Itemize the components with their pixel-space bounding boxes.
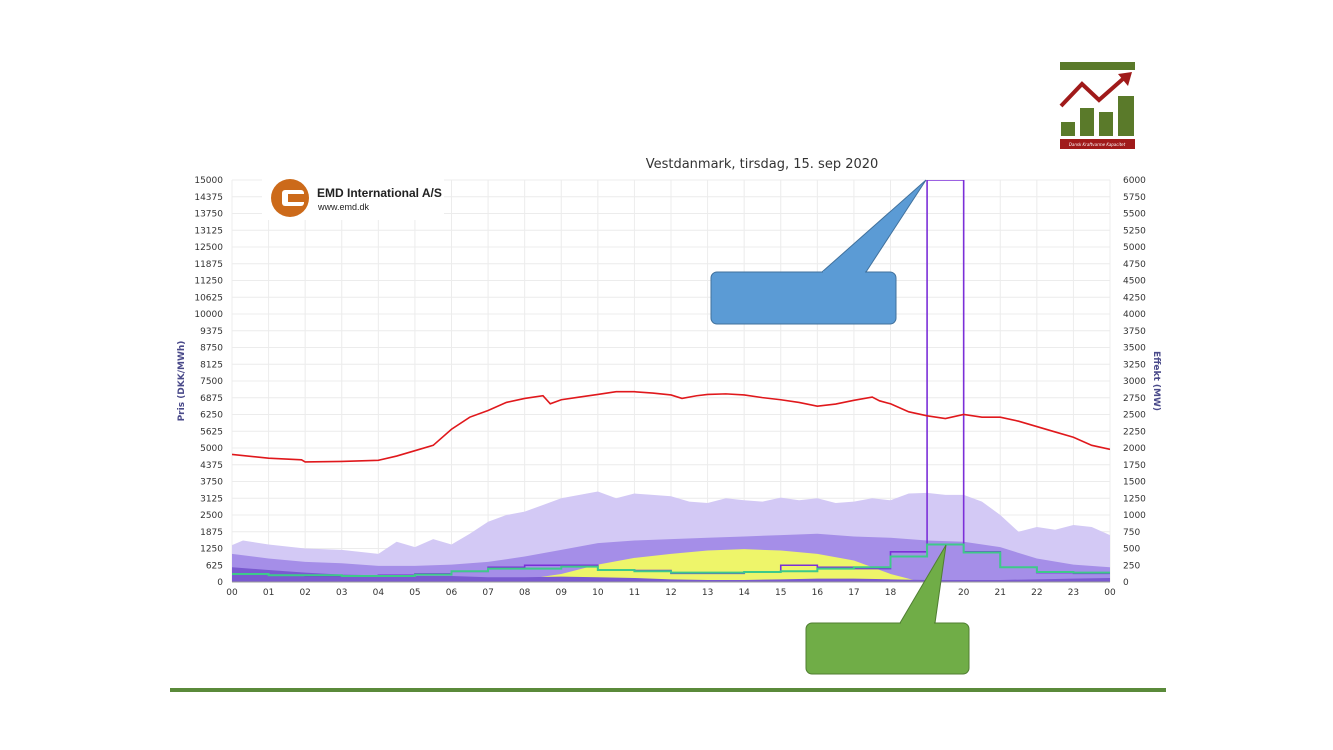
x-tick-label: 10 (592, 588, 604, 598)
y-right-tick-label: 3500 (1123, 344, 1146, 354)
y-left-tick-label: 8125 (200, 360, 223, 370)
y-left-tick-label: 10000 (194, 310, 223, 320)
brand-logo-top-bar (1060, 62, 1135, 70)
y-right-tick-label: 1250 (1123, 494, 1146, 504)
x-tick-label: 08 (519, 588, 531, 598)
x-tick-label: 12 (665, 588, 676, 598)
x-tick-label: 14 (738, 588, 750, 598)
y-left-tick-label: 3125 (200, 494, 223, 504)
y-right-tick-label: 4250 (1123, 293, 1146, 303)
emd-logo: EMD International A/S www.emd.dk (262, 176, 444, 220)
y-left-tick-label: 625 (206, 561, 223, 571)
y-left-tick-label: 15000 (194, 176, 223, 186)
y-right-tick-label: 5750 (1123, 193, 1146, 203)
y-right-tick-label: 3750 (1123, 327, 1146, 337)
y-right-tick-label: 0 (1123, 578, 1129, 588)
y-left-tick-label: 5625 (200, 427, 223, 437)
y-left-axis-title: Pris (DKK/MWh) (177, 341, 187, 422)
y-right-tick-label: 4750 (1123, 260, 1146, 270)
x-tick-label: 04 (373, 588, 385, 598)
y-right-tick-label: 750 (1123, 528, 1140, 538)
y-left-tick-labels: 1500014375137501312512500118751125010625… (194, 176, 223, 588)
x-tick-labels: 0001020304050607080910111213141516171819… (226, 588, 1116, 598)
x-tick-label: 15 (775, 588, 786, 598)
x-tick-label: 02 (299, 588, 310, 598)
y-right-tick-label: 5000 (1123, 243, 1146, 253)
brand-logo-text: Dansk Kraftvarme Kapacitet (1069, 142, 1126, 147)
x-tick-label: 20 (958, 588, 970, 598)
brand-logo-trend-arrow (1059, 76, 1126, 108)
y-left-tick-label: 1250 (200, 545, 223, 555)
y-right-tick-label: 4000 (1123, 310, 1146, 320)
y-left-tick-label: 5000 (200, 444, 223, 454)
y-left-tick-label: 8750 (200, 344, 223, 354)
y-left-tick-label: 12500 (194, 243, 223, 253)
y-left-tick-label: 11250 (194, 277, 223, 287)
y-right-tick-label: 1500 (1123, 478, 1146, 488)
y-right-tick-label: 2250 (1123, 427, 1146, 437)
y-right-tick-label: 1000 (1123, 511, 1146, 521)
y-right-tick-label: 2750 (1123, 394, 1146, 404)
emd-logo-name: EMD International A/S (317, 186, 442, 200)
y-right-tick-label: 2000 (1123, 444, 1146, 454)
x-tick-label: 01 (263, 588, 274, 598)
x-tick-label: 22 (1031, 588, 1042, 598)
y-left-tick-label: 2500 (200, 511, 223, 521)
y-right-tick-label: 5250 (1123, 226, 1146, 236)
brand-logo-bar-3 (1099, 112, 1113, 136)
x-tick-label: 09 (556, 588, 568, 598)
y-left-tick-label: 13750 (194, 210, 223, 220)
y-right-tick-label: 250 (1123, 561, 1140, 571)
y-left-tick-label: 11875 (194, 260, 223, 270)
y-left-tick-label: 4375 (200, 461, 223, 471)
y-right-tick-label: 4500 (1123, 277, 1146, 287)
brand-logo: Dansk Kraftvarme Kapacitet (1059, 62, 1135, 149)
chart-title: Vestdanmark, tirsdag, 15. sep 2020 (646, 157, 879, 172)
y-right-tick-label: 3250 (1123, 360, 1146, 370)
x-tick-label: 17 (848, 588, 859, 598)
y-right-tick-label: 500 (1123, 545, 1140, 555)
y-left-tick-label: 6250 (200, 411, 223, 421)
x-tick-label: 07 (482, 588, 493, 598)
emd-logo-url: www.emd.dk (317, 202, 370, 212)
y-left-tick-label: 3750 (200, 478, 223, 488)
x-tick-label: 11 (629, 588, 640, 598)
brand-logo-bar-1 (1061, 122, 1075, 136)
chart-canvas: Dansk Kraftvarme Kapacitet Vestdanmark, … (170, 62, 1166, 692)
emd-logo-mark-cut (288, 194, 304, 202)
x-tick-label: 03 (336, 588, 347, 598)
brand-logo-bar-2 (1080, 108, 1094, 136)
blue-callout-box (710, 271, 897, 325)
y-right-axis-title: Effekt (MW) (1151, 351, 1161, 411)
y-right-tick-label: 2500 (1123, 411, 1146, 421)
x-tick-label: 23 (1068, 588, 1079, 598)
y-left-tick-label: 7500 (200, 377, 223, 387)
y-left-tick-label: 10625 (194, 293, 223, 303)
y-left-tick-label: 1875 (200, 528, 223, 538)
y-left-tick-label: 9375 (200, 327, 223, 337)
green-callout-box (805, 622, 970, 675)
y-left-tick-label: 13125 (194, 226, 223, 236)
y-left-tick-label: 14375 (194, 193, 223, 203)
x-tick-label: 06 (446, 588, 458, 598)
brand-logo-bar-4 (1118, 96, 1134, 136)
y-right-tick-label: 3000 (1123, 377, 1146, 387)
x-tick-label: 18 (885, 588, 897, 598)
y-left-tick-label: 6875 (200, 394, 223, 404)
x-tick-label: 13 (702, 588, 713, 598)
y-right-tick-label: 5500 (1123, 210, 1146, 220)
footer-line (170, 688, 1166, 692)
y-right-tick-labels: 6000575055005250500047504500425040003750… (1123, 176, 1146, 588)
x-tick-label: 00 (226, 588, 238, 598)
x-tick-label: 05 (409, 588, 420, 598)
x-tick-label: 21 (995, 588, 1006, 598)
x-tick-label: 00 (1104, 588, 1116, 598)
x-tick-label: 16 (812, 588, 824, 598)
y-right-tick-label: 6000 (1123, 176, 1146, 186)
y-right-tick-label: 1750 (1123, 461, 1146, 471)
y-left-tick-label: 0 (217, 578, 223, 588)
